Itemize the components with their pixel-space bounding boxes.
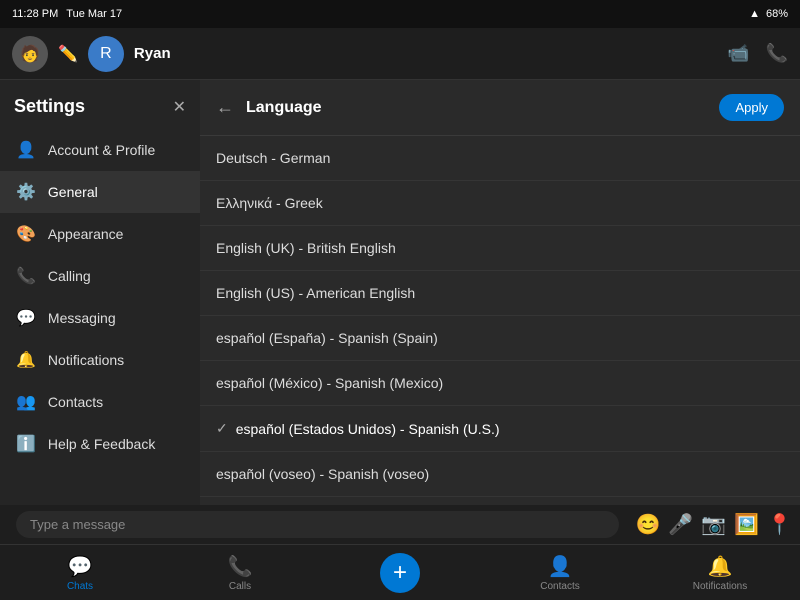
- lang-item-de[interactable]: Deutsch - German: [200, 136, 800, 181]
- appearance-icon: 🎨: [16, 224, 36, 244]
- lang-label-es-mx: español (México) - Spanish (Mexico): [216, 375, 443, 391]
- lang-item-es-vo[interactable]: español (voseo) - Spanish (voseo): [200, 452, 800, 497]
- mic-icon[interactable]: 🎤: [668, 512, 693, 537]
- status-right: ▲ 68%: [749, 8, 788, 20]
- lang-item-et[interactable]: eesti - Estonian: [200, 497, 800, 505]
- menu-label-help: Help & Feedback: [48, 436, 155, 452]
- menu-item-notifications[interactable]: 🔔 Notifications: [0, 339, 200, 381]
- contacts-nav-icon: 👤: [548, 554, 573, 579]
- selected-check-icon: ✓: [216, 420, 228, 437]
- status-left: 11:28 PM Tue Mar 17: [12, 8, 122, 20]
- menu-label-calling: Calling: [48, 268, 91, 284]
- message-input[interactable]: Type a message: [16, 511, 619, 538]
- battery: 68%: [766, 8, 788, 20]
- menu-item-contacts[interactable]: 👥 Contacts: [0, 381, 200, 423]
- contacts-icon: 👥: [16, 392, 36, 412]
- settings-title: Settings: [14, 96, 85, 117]
- message-placeholder: Type a message: [30, 517, 125, 532]
- nav-notifications[interactable]: 🔔 Notifications: [640, 554, 800, 592]
- nav-plus[interactable]: +: [320, 553, 480, 593]
- nav-notifications-label: Notifications: [693, 581, 747, 592]
- notifications-nav-icon: 🔔: [708, 554, 733, 579]
- time: 11:28 PM: [12, 8, 58, 20]
- menu-label-notifications: Notifications: [48, 352, 124, 368]
- avatar: 🧑: [12, 36, 48, 72]
- language-list: Deutsch - German Ελληνικά - Greek Englis…: [200, 136, 800, 505]
- general-icon: ⚙️: [16, 182, 36, 202]
- lang-item-es-mx[interactable]: español (México) - Spanish (Mexico): [200, 361, 800, 406]
- settings-overlay: Settings ✕ 👤 Account & Profile ⚙️ Genera…: [0, 80, 800, 505]
- language-header: ← Language Apply: [200, 80, 800, 136]
- notifications-icon: 🔔: [16, 350, 36, 370]
- menu-item-appearance[interactable]: 🎨 Appearance: [0, 213, 200, 255]
- plus-icon: +: [393, 559, 407, 587]
- lang-item-es-es[interactable]: español (España) - Spanish (Spain): [200, 316, 800, 361]
- lang-label-es-es: español (España) - Spanish (Spain): [216, 330, 438, 346]
- lang-label-el: Ελληνικά - Greek: [216, 195, 323, 211]
- menu-label-appearance: Appearance: [48, 226, 124, 242]
- lang-item-el[interactable]: Ελληνικά - Greek: [200, 181, 800, 226]
- app-container: 🧑 ✏️ R Ryan 📹 📞 🔍 People, groups &... R …: [0, 28, 800, 600]
- language-title: Language: [246, 99, 707, 117]
- menu-item-messaging[interactable]: 💬 Messaging: [0, 297, 200, 339]
- lang-label-es-vo: español (voseo) - Spanish (voseo): [216, 466, 429, 482]
- menu-item-help[interactable]: ℹ️ Help & Feedback: [0, 423, 200, 465]
- image-icon[interactable]: 🖼️: [734, 512, 759, 537]
- settings-header: Settings ✕: [0, 96, 200, 129]
- user-name: Ryan: [134, 45, 717, 62]
- wifi-icon: ▲: [749, 8, 760, 20]
- content-area: 🔍 People, groups &... R Ryan Call ended …: [0, 80, 800, 505]
- lang-label-de: Deutsch - German: [216, 150, 330, 166]
- emoji-icon[interactable]: 😊: [635, 512, 660, 537]
- chats-icon: 💬: [68, 554, 93, 579]
- nav-calls-label: Calls: [229, 581, 251, 592]
- phone-call-icon[interactable]: 📞: [766, 43, 788, 64]
- date: Tue Mar 17: [66, 8, 122, 20]
- bottom-area: Type a message 😊 🎤 📷 🖼️ 📍 💬 Chats 📞 Call…: [0, 505, 800, 600]
- status-bar: 11:28 PM Tue Mar 17 ▲ 68%: [0, 0, 800, 28]
- lang-item-es-us[interactable]: ✓ español (Estados Unidos) - Spanish (U.…: [200, 406, 800, 452]
- account-icon: 👤: [16, 140, 36, 160]
- settings-panel: Settings ✕ 👤 Account & Profile ⚙️ Genera…: [0, 80, 200, 505]
- close-button[interactable]: ✕: [173, 97, 186, 117]
- nav-chats[interactable]: 💬 Chats: [0, 554, 160, 592]
- plus-button[interactable]: +: [380, 553, 420, 593]
- messaging-icon: 💬: [16, 308, 36, 328]
- nav-contacts-label: Contacts: [540, 581, 579, 592]
- menu-item-general[interactable]: ⚙️ General: [0, 171, 200, 213]
- calls-icon: 📞: [228, 554, 253, 579]
- language-panel: ← Language Apply Deutsch - German Ελληνι…: [200, 80, 800, 505]
- top-bar-icons: 📹 📞: [727, 43, 788, 64]
- help-icon: ℹ️: [16, 434, 36, 454]
- apply-button[interactable]: Apply: [719, 94, 784, 121]
- lang-label-en-us: English (US) - American English: [216, 285, 415, 301]
- lang-item-en-us[interactable]: English (US) - American English: [200, 271, 800, 316]
- video-call-icon[interactable]: 📹: [727, 43, 749, 64]
- menu-label-account: Account & Profile: [48, 142, 155, 158]
- nav-calls[interactable]: 📞 Calls: [160, 554, 320, 592]
- lang-item-en-uk[interactable]: English (UK) - British English: [200, 226, 800, 271]
- lang-label-es-us: español (Estados Unidos) - Spanish (U.S.…: [236, 421, 500, 437]
- back-icon[interactable]: ←: [216, 97, 234, 118]
- bottom-nav: 💬 Chats 📞 Calls + 👤 Contacts 🔔 Notificat…: [0, 544, 800, 600]
- lang-label-en-uk: English (UK) - British English: [216, 240, 396, 256]
- nav-contacts[interactable]: 👤 Contacts: [480, 554, 640, 592]
- message-bar-row: Type a message 😊 🎤 📷 🖼️ 📍: [0, 505, 800, 544]
- camera-icon[interactable]: 📷: [701, 512, 726, 537]
- menu-item-calling[interactable]: 📞 Calling: [0, 255, 200, 297]
- user-avatar: R: [88, 36, 124, 72]
- location-icon[interactable]: 📍: [767, 512, 792, 537]
- menu-label-contacts: Contacts: [48, 394, 103, 410]
- menu-label-messaging: Messaging: [48, 310, 116, 326]
- edit-icon[interactable]: ✏️: [58, 44, 78, 64]
- menu-label-general: General: [48, 184, 98, 200]
- menu-item-account[interactable]: 👤 Account & Profile: [0, 129, 200, 171]
- top-bar: 🧑 ✏️ R Ryan 📹 📞: [0, 28, 800, 80]
- calling-icon: 📞: [16, 266, 36, 286]
- nav-chats-label: Chats: [67, 581, 93, 592]
